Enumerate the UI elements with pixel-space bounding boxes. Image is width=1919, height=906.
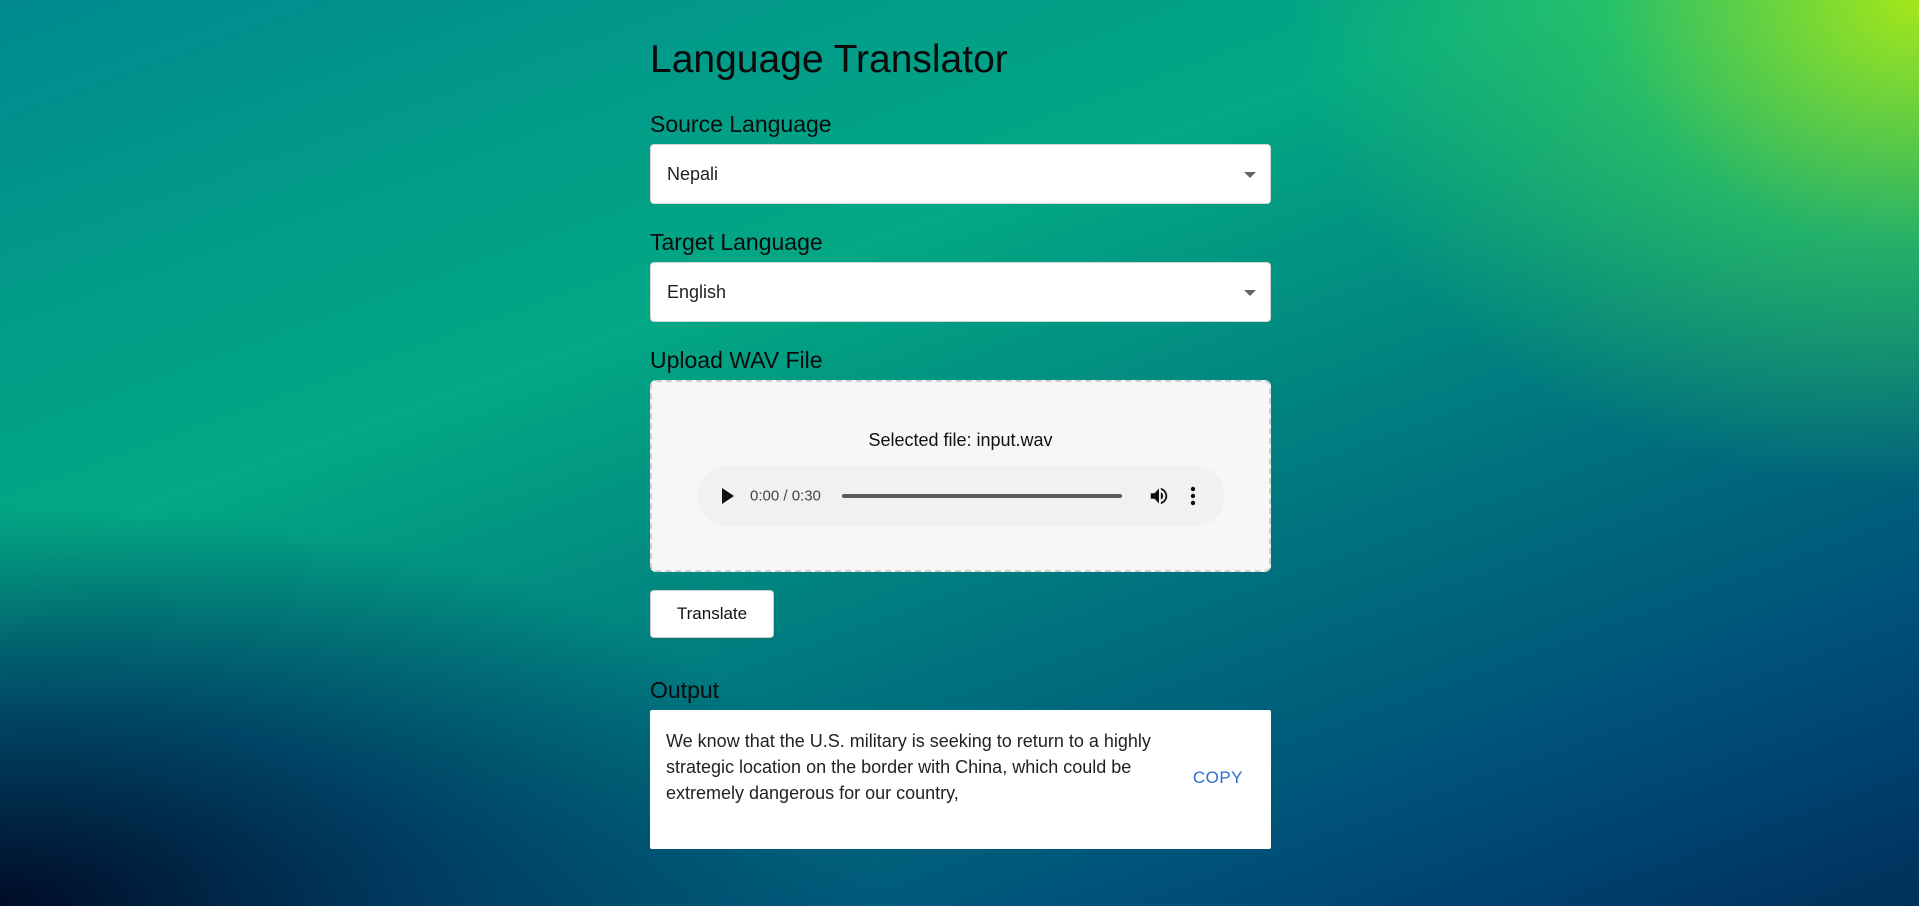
audio-player: 0:00 / 0:30 bbox=[698, 466, 1225, 526]
play-icon[interactable] bbox=[722, 488, 734, 504]
source-language-value: Nepali bbox=[667, 163, 719, 184]
output-box: We know that the U.S. military is seekin… bbox=[650, 710, 1271, 849]
volume-icon[interactable] bbox=[1148, 485, 1170, 507]
chevron-down-icon bbox=[1244, 172, 1256, 178]
target-language-label: Target Language bbox=[650, 229, 823, 255]
source-language-select[interactable]: Nepali bbox=[650, 144, 1271, 204]
page-title: Language Translator bbox=[650, 38, 1008, 81]
copy-button[interactable]: COPY bbox=[1193, 768, 1243, 788]
translator-panel: Language Translator Source Language Nepa… bbox=[650, 34, 1271, 849]
audio-progress-bar[interactable] bbox=[842, 494, 1122, 498]
target-language-value: English bbox=[667, 281, 727, 302]
target-language-select[interactable]: English bbox=[650, 262, 1271, 322]
more-vertical-icon[interactable] bbox=[1190, 486, 1196, 506]
chevron-down-icon bbox=[1244, 290, 1256, 296]
source-language-label: Source Language bbox=[650, 111, 832, 137]
upload-label: Upload WAV File bbox=[650, 347, 823, 373]
audio-time: 0:00 / 0:30 bbox=[750, 487, 821, 505]
selected-file-text: Selected file: input.wav bbox=[868, 430, 1053, 450]
translate-button[interactable]: Translate bbox=[650, 590, 774, 638]
output-label: Output bbox=[650, 677, 720, 703]
file-drop-zone[interactable]: Selected file: input.wav 0:00 / 0:30 bbox=[650, 380, 1271, 572]
output-text: We know that the U.S. military is seekin… bbox=[666, 731, 1151, 803]
